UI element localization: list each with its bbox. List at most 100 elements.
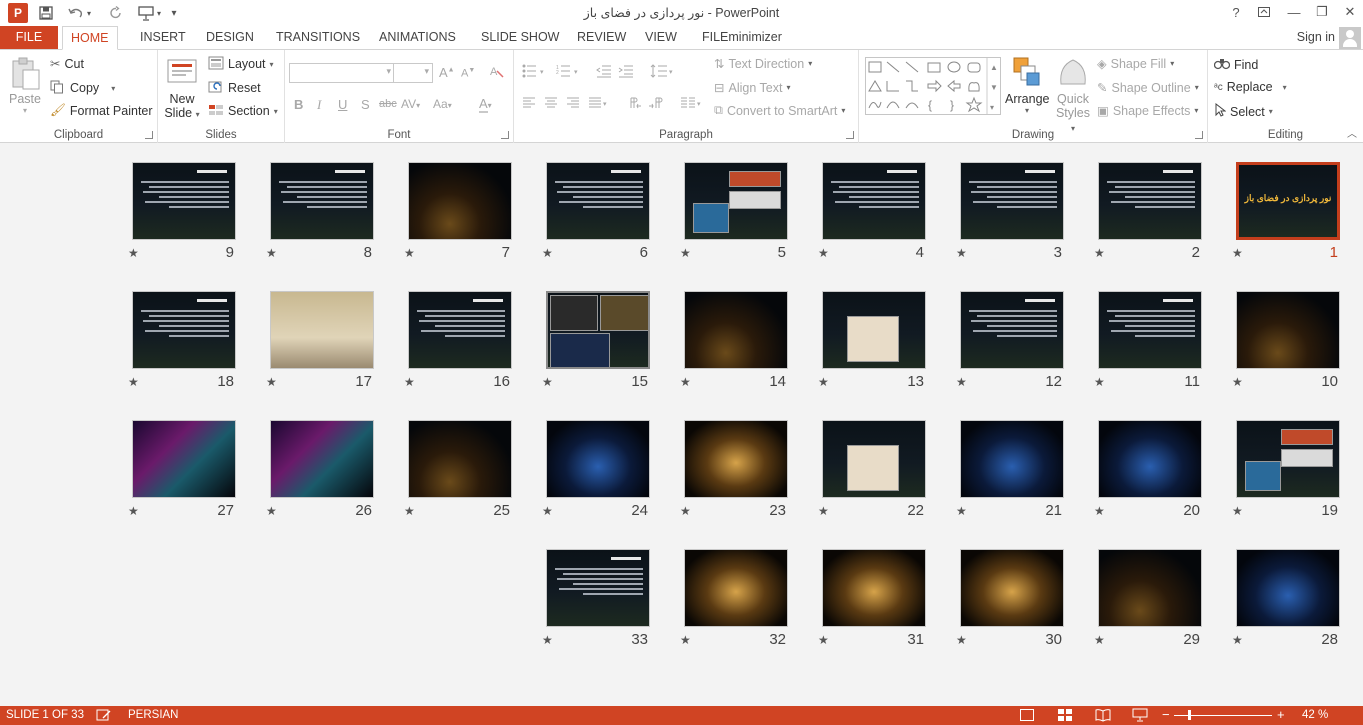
slide-animation-star-icon[interactable]: ★ — [818, 633, 829, 647]
slide-animation-star-icon[interactable]: ★ — [680, 504, 691, 518]
layout-button[interactable]: Layout ▾ — [208, 56, 274, 72]
slide-animation-star-icon[interactable]: ★ — [1094, 633, 1105, 647]
slide-animation-star-icon[interactable]: ★ — [128, 504, 139, 518]
notes-proofing-icon[interactable] — [96, 708, 112, 725]
tab-insert[interactable]: INSERT — [132, 26, 194, 50]
shape-outline-button[interactable]: ✎ Shape Outline ▾ — [1097, 80, 1199, 96]
text-shadow-button[interactable]: S — [361, 97, 370, 112]
change-case-button[interactable]: Aa▾ — [433, 97, 452, 111]
slide-thumbnail-25[interactable] — [408, 420, 512, 498]
help-button[interactable]: ? — [1222, 2, 1250, 22]
slide-animation-star-icon[interactable]: ★ — [128, 246, 139, 260]
slide-thumbnail-17[interactable] — [270, 291, 374, 369]
reset-button[interactable]: Reset — [208, 80, 261, 96]
clear-formatting-icon[interactable]: A — [489, 63, 505, 82]
close-button[interactable]: ✕ — [1336, 2, 1363, 22]
slide-animation-star-icon[interactable]: ★ — [404, 504, 415, 518]
slide-thumbnail-6[interactable] — [546, 162, 650, 240]
new-slide-button[interactable]: New Slide ▾ — [164, 56, 200, 120]
ltr-direction-icon[interactable] — [648, 97, 664, 112]
slide-animation-star-icon[interactable]: ★ — [128, 375, 139, 389]
tab-transitions[interactable]: TRANSITIONS — [268, 26, 368, 50]
paragraph-launcher-icon[interactable] — [846, 131, 854, 139]
shape-effects-button[interactable]: ▣ Shape Effects ▾ — [1097, 103, 1198, 119]
slide-thumbnail-29[interactable] — [1098, 549, 1202, 627]
slide-animation-star-icon[interactable]: ★ — [266, 246, 277, 260]
slide-thumbnail-31[interactable] — [822, 549, 926, 627]
slide-thumbnail-5[interactable] — [684, 162, 788, 240]
slide-thumbnail-2[interactable] — [1098, 162, 1202, 240]
drawing-launcher-icon[interactable] — [1195, 131, 1203, 139]
slide-animation-star-icon[interactable]: ★ — [680, 246, 691, 260]
shrink-font-icon[interactable]: A▼ — [461, 67, 475, 80]
zoom-in-button[interactable]: + — [1277, 707, 1285, 722]
slide-thumbnail-23[interactable] — [684, 420, 788, 498]
align-right-icon[interactable] — [566, 97, 580, 112]
slide-thumbnail-33[interactable] — [546, 549, 650, 627]
slide-animation-star-icon[interactable]: ★ — [542, 375, 553, 389]
zoom-level[interactable]: 42 % — [1302, 709, 1328, 721]
language-status[interactable]: PERSIAN — [128, 709, 179, 721]
slide-animation-star-icon[interactable]: ★ — [1232, 246, 1243, 260]
bold-button[interactable]: B — [294, 97, 303, 112]
font-name-combo[interactable] — [289, 63, 395, 83]
font-size-combo[interactable] — [393, 63, 433, 83]
slide-thumbnail-32[interactable] — [684, 549, 788, 627]
grow-font-icon[interactable]: A▲ — [439, 65, 455, 80]
convert-smartart-button[interactable]: ⧉ Convert to SmartArt ▾ — [714, 103, 845, 118]
font-color-button[interactable]: A▾ — [479, 96, 492, 113]
ribbon-display-options-button[interactable] — [1250, 2, 1278, 22]
section-button[interactable]: Section ▾ — [208, 103, 278, 119]
slide-thumbnail-28[interactable] — [1236, 549, 1340, 627]
slide-thumbnail-4[interactable] — [822, 162, 926, 240]
columns-icon[interactable]: ▾ — [680, 97, 704, 112]
slide-thumbnail-12[interactable] — [960, 291, 1064, 369]
slide-thumbnail-20[interactable] — [1098, 420, 1202, 498]
align-left-icon[interactable] — [522, 97, 536, 112]
select-button[interactable]: Select ▾ — [1214, 102, 1273, 120]
slide-thumbnail-27[interactable] — [132, 420, 236, 498]
slide-animation-star-icon[interactable]: ★ — [542, 246, 553, 260]
slide-animation-star-icon[interactable]: ★ — [680, 633, 691, 647]
format-painter-button[interactable]: 🖌 Format Painter — [50, 103, 153, 118]
normal-view-icon[interactable] — [1020, 709, 1034, 721]
strikethrough-button[interactable]: abc — [379, 98, 397, 110]
align-center-icon[interactable] — [544, 97, 558, 112]
rtl-direction-icon[interactable] — [626, 97, 642, 112]
slide-thumbnail-15[interactable] — [546, 291, 650, 369]
slide-animation-star-icon[interactable]: ★ — [818, 504, 829, 518]
shape-fill-button[interactable]: ◈ Shape Fill ▾ — [1097, 56, 1174, 72]
slide-animation-star-icon[interactable]: ★ — [956, 504, 967, 518]
slide-thumbnail-22[interactable] — [822, 420, 926, 498]
reading-view-icon[interactable] — [1095, 708, 1111, 725]
numbering-icon[interactable]: 1 2 ▾ — [556, 64, 584, 81]
quick-styles-button[interactable]: Quick Styles ▾ — [1053, 56, 1093, 134]
slide-animation-star-icon[interactable]: ★ — [818, 246, 829, 260]
slide-animation-star-icon[interactable]: ★ — [266, 375, 277, 389]
restore-button[interactable]: ❐ — [1308, 2, 1336, 22]
slide-animation-star-icon[interactable]: ★ — [1232, 375, 1243, 389]
collapse-ribbon-icon[interactable]: ︿ — [1347, 125, 1357, 140]
increase-indent-icon[interactable] — [618, 64, 634, 81]
slide-show-view-icon[interactable] — [1132, 708, 1148, 725]
slide-animation-star-icon[interactable]: ★ — [1094, 246, 1105, 260]
find-button[interactable]: Find — [1213, 56, 1258, 73]
slide-thumbnail-9[interactable] — [132, 162, 236, 240]
minimize-button[interactable]: — — [1280, 2, 1308, 22]
slide-animation-star-icon[interactable]: ★ — [404, 375, 415, 389]
align-text-button[interactable]: ⊟ Align Text ▾ — [714, 80, 790, 96]
slide-animation-star-icon[interactable]: ★ — [266, 504, 277, 518]
text-direction-button[interactable]: ⇅ Text Direction ▾ — [714, 56, 812, 72]
tab-slide-show[interactable]: SLIDE SHOW — [473, 26, 568, 50]
avatar[interactable] — [1339, 27, 1361, 49]
slide-thumbnail-16[interactable] — [408, 291, 512, 369]
slide-thumbnail-24[interactable] — [546, 420, 650, 498]
slide-animation-star-icon[interactable]: ★ — [956, 633, 967, 647]
character-spacing-button[interactable]: AV▾ — [401, 97, 420, 111]
slide-animation-star-icon[interactable]: ★ — [1232, 504, 1243, 518]
tab-file[interactable]: FILE — [0, 26, 58, 50]
slide-animation-star-icon[interactable]: ★ — [956, 375, 967, 389]
sign-in-link[interactable]: Sign in — [1297, 30, 1335, 44]
line-spacing-icon[interactable]: ▾ — [650, 64, 676, 81]
slide-thumbnail-10[interactable] — [1236, 291, 1340, 369]
